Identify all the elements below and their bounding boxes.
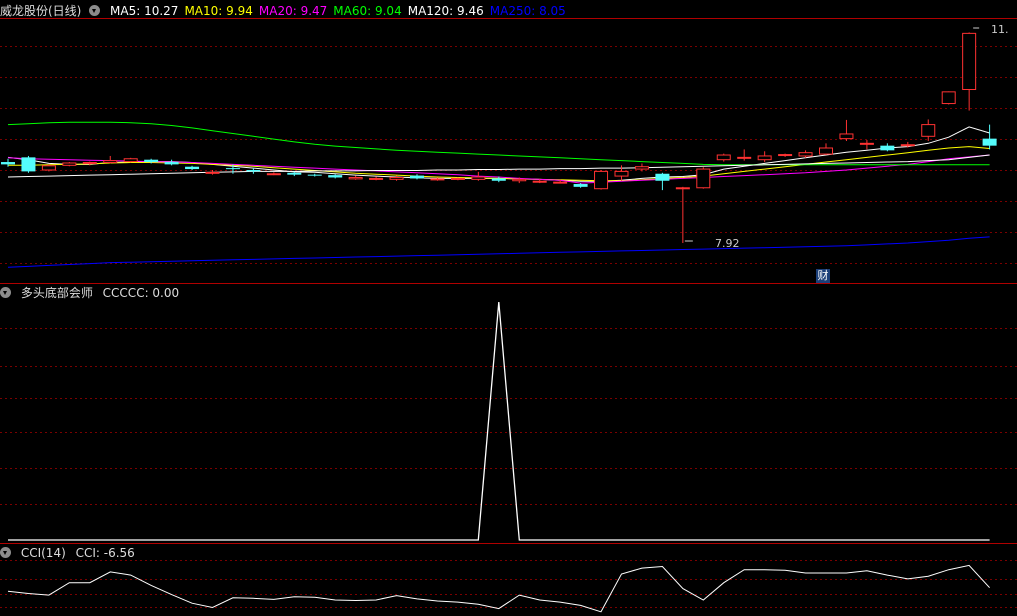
candle-body [185,166,200,170]
candle-body [307,174,322,176]
candle-body [328,175,343,178]
candle-body [246,169,261,172]
ma-line-ma60 [7,121,990,166]
candle-body [1,162,15,165]
ma-legend-item: MA5: 10.27 [110,4,179,18]
ma-legend-item: MA60: 9.04 [333,4,402,18]
indicator-2-header: CCI(14) CCI: -6.56 [0,545,141,561]
candle-body [553,181,568,184]
candle-body [41,165,56,171]
candle-body [532,180,547,183]
ma-legend-item: MA20: 9.47 [258,4,328,18]
candle-body [798,152,813,157]
candle-body [389,176,404,180]
candle-body [450,177,465,180]
candle-body [839,133,854,140]
candle-body [819,147,833,155]
candle-body [205,171,220,174]
candle-body [614,170,629,177]
ma-line-ma250 [7,236,990,268]
candle-body [348,176,363,180]
candle-body [369,177,384,180]
price-panel[interactable] [0,0,1017,616]
ma-line-ma120 [7,154,990,178]
candle-body [491,178,506,181]
ma-legend-item: MA250: 8.05 [489,4,566,18]
indicator-2-title: CCI(14) [20,546,66,560]
candle-body [778,154,793,157]
dropdown-arrow-icon[interactable] [89,5,101,16]
candle-body [921,124,936,137]
candle-body [675,187,690,190]
candle-body [716,154,731,161]
dropdown-arrow-icon[interactable] [0,547,11,558]
candle-body [900,144,915,147]
candle-body [103,160,118,164]
indicator-1-title: 多头底部会师 [20,286,93,300]
low-price-label: 7.92 [715,237,740,250]
candle-body [594,170,609,190]
candle-body [655,173,670,181]
ma-legend-item: MA120: 9.46 [407,4,484,18]
candle-body [757,155,772,161]
candle-body [880,145,895,151]
candle-body [471,176,486,180]
indicator-2-value: CCI: -6.56 [75,546,135,560]
candle-body [123,158,138,163]
cci-line [7,564,990,613]
candle-body [287,172,302,175]
candle-body [859,142,874,145]
dropdown-arrow-icon[interactable] [0,287,11,298]
finance-badge[interactable]: 财 [816,269,830,283]
candle-body [164,162,179,165]
ma-line-ma10 [8,146,990,182]
candle-body [962,32,977,91]
ma-legend-item: MA10: 9.94 [184,4,253,18]
candle-body [144,159,159,163]
candle-body [941,91,956,105]
indicator-1-value: CCCCC: 0.00 [102,286,180,300]
candle-body [430,178,445,181]
main-panel-header: 威龙股份(日线) MA5: 10.27 MA10: 9.94 MA20: 9.47 M… [0,3,578,19]
candle-body [62,162,77,166]
candle-body [512,178,527,182]
candle-body [573,184,588,187]
high-price-label: 11. [991,23,1009,36]
candle-body [696,168,711,189]
candle-body [225,168,240,170]
candle-body [982,138,997,146]
candle-body [737,156,752,159]
candle-body [410,175,424,179]
candle-body [82,162,97,165]
candle-body [21,157,36,172]
stock-chart-window: 威龙股份(日线) MA5: 10.27 MA10: 9.94 MA20: 9.47 M… [0,0,1017,616]
candle-body [634,166,649,170]
candle-body [266,173,281,176]
stock-label: 威龙股份(日线) [0,4,82,18]
indicator-1-header: 多头底部会师 CCCCC: 0.00 [0,285,185,301]
ma-legend: MA5: 10.27 MA10: 9.94 MA20: 9.47 MA60: 9.04… [110,4,572,18]
